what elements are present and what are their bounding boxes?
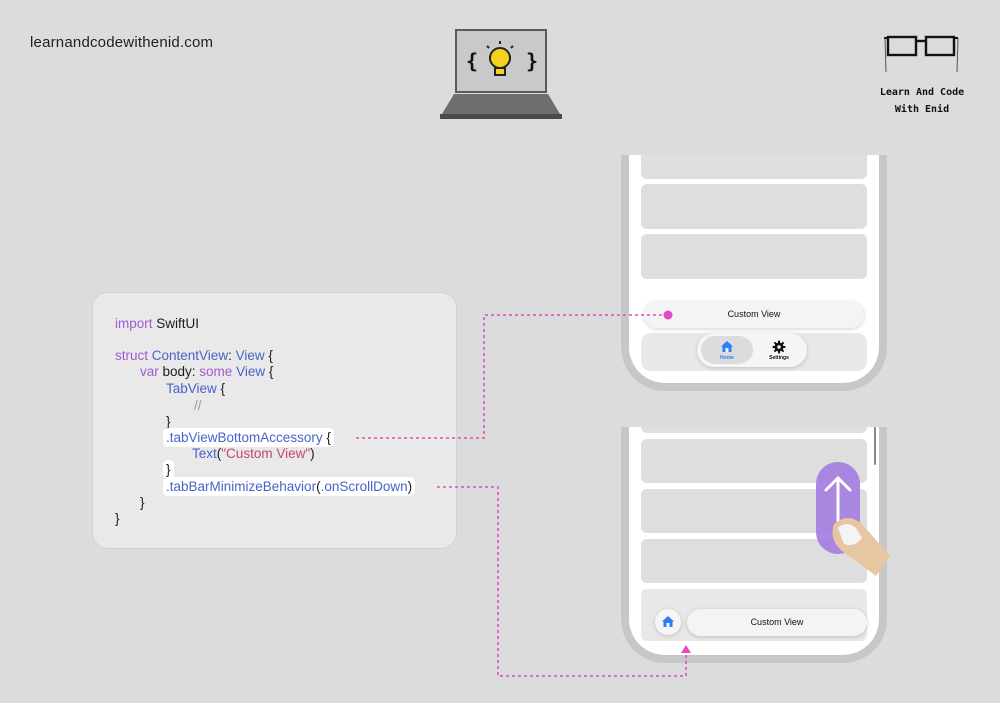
tab-bar: Home Settings [697,333,807,367]
bottom-accessory[interactable]: Custom View [644,301,864,328]
glasses-icon [884,35,959,73]
tab-home-label: Home [720,355,734,361]
finger-icon [832,518,890,576]
code-line-body: var body: some View { [140,364,274,379]
code-line-close-body: } [140,495,145,510]
code-line-close-accessory: } [163,460,174,479]
list-row [641,234,867,279]
house-icon [662,616,674,627]
site-url: learnandcodewithenid.com [30,34,214,51]
code-line-comment: // [194,398,202,413]
code-line-struct: struct ContentView: View { [115,348,273,363]
code-line-close-tabview: } [166,414,171,429]
code-card: import SwiftUI struct ContentView: View … [92,292,457,549]
brand-line-1: Learn And Code [879,87,965,98]
highlight-bottom-accessory: .tabViewBottomAccessory { [163,428,334,447]
list-row [641,184,867,229]
code-line-tabview: TabView { [166,381,226,396]
code-line-bottom-accessory: .tabViewBottomAccessory { [163,428,334,447]
laptop-bulb-logo: { } [440,29,562,119]
code-line-close-struct: } [115,511,120,526]
code-line-minimize-behavior: .tabBarMinimizeBehavior(.onScrollDown) [163,477,416,496]
list-row [641,155,867,179]
tab-settings[interactable]: Settings [755,336,803,364]
scroll-up-gesture [816,462,890,576]
brand-name: Learn And Code With Enid [868,84,976,118]
bottom-accessory[interactable]: Custom View [687,609,867,636]
gear-icon [772,340,786,354]
code-line-import: import SwiftUI [115,316,200,331]
logo-brace-left: { [466,49,478,73]
house-icon [721,341,733,352]
tab-home[interactable]: Home [701,336,753,364]
minimized-tab-home[interactable] [655,609,681,635]
brand-line-2: With Enid [894,104,950,115]
code-line-text: Text("Custom View") [192,446,315,461]
highlight-minimize-behavior: .tabBarMinimizeBehavior(.onScrollDown) [163,477,416,496]
phone-top: Custom View Home Settings [621,155,887,391]
tab-settings-label: Settings [769,355,789,361]
logo-brace-right: } [526,49,538,73]
list-row [641,427,867,433]
